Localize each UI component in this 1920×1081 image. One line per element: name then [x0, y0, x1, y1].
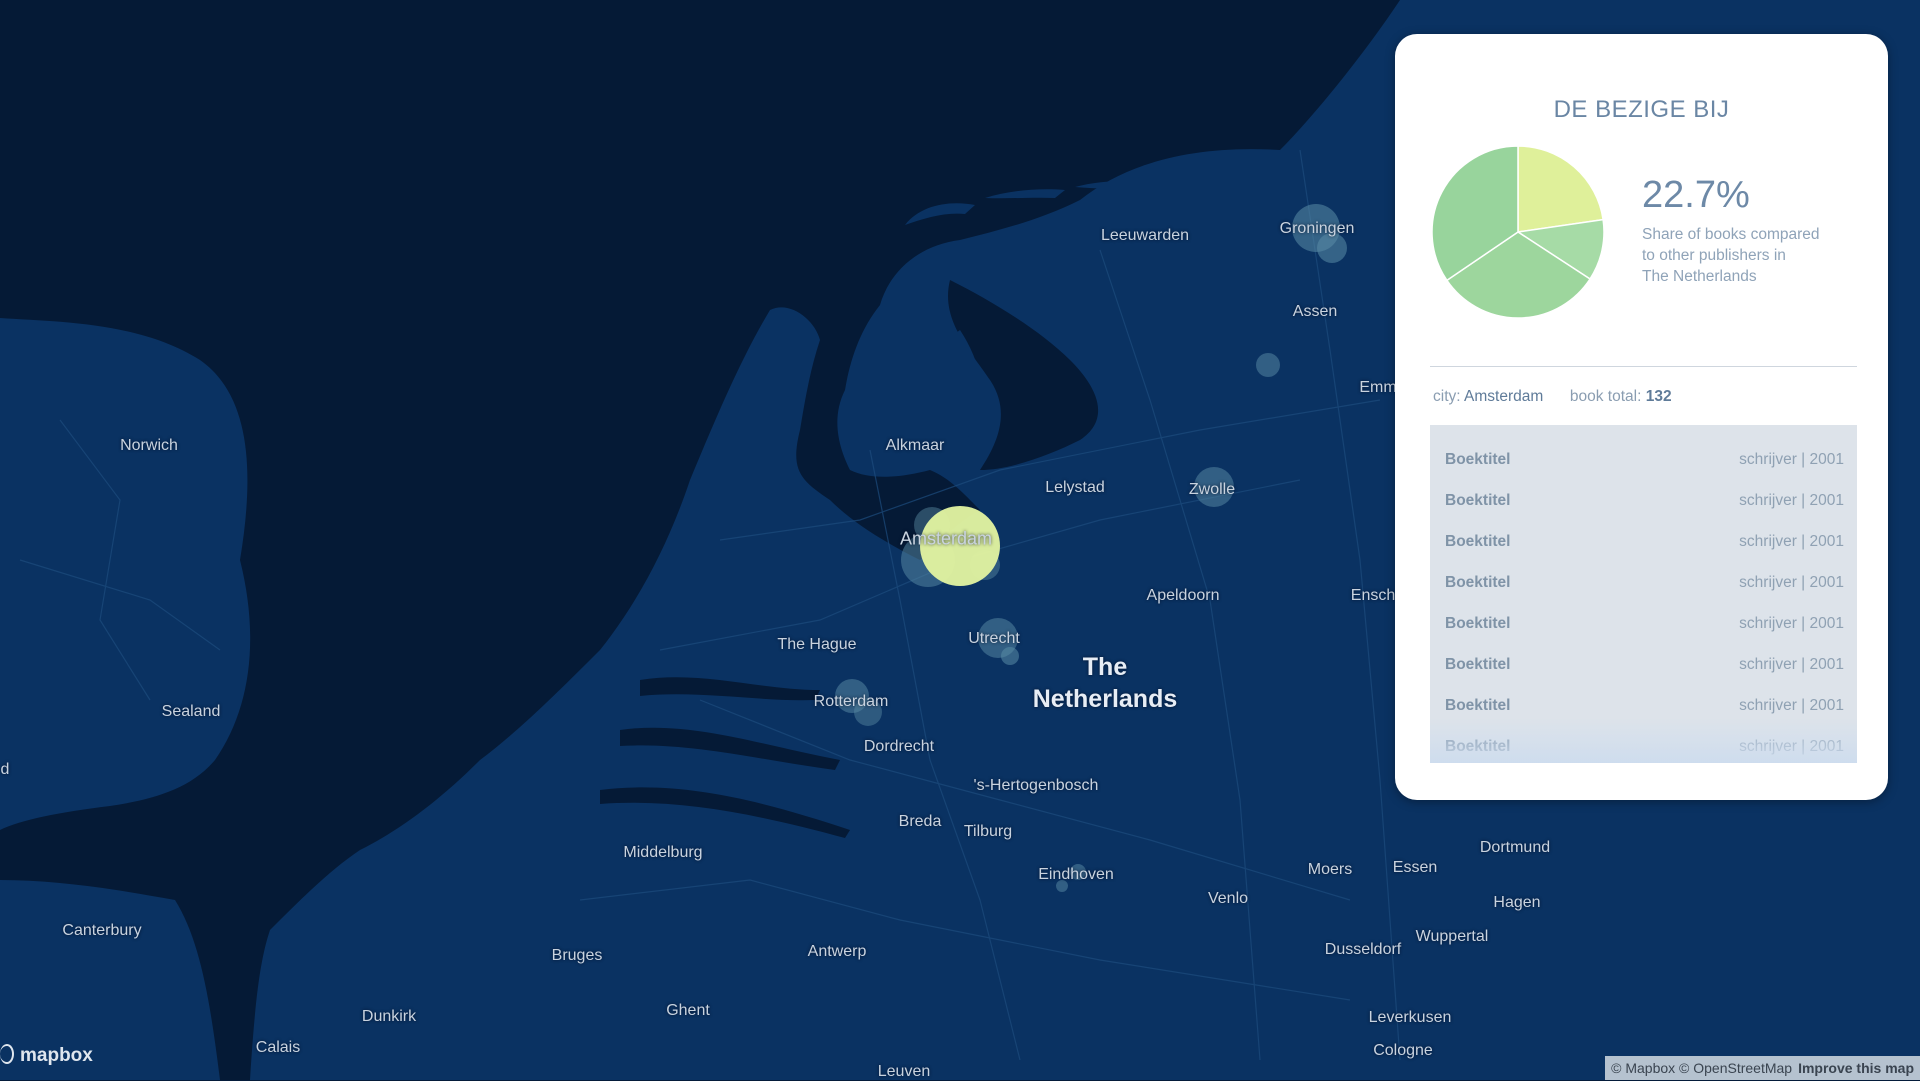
map-label-dunkirk: Dunkirk	[361, 1008, 417, 1025]
mapbox-logo[interactable]: mapbox	[0, 1044, 93, 1067]
city-value: Amsterdam	[1464, 388, 1544, 405]
book-title: Boektitel	[1445, 697, 1511, 714]
share-desc-line: to other publishers in	[1642, 247, 1786, 264]
attribution-text[interactable]: © Mapbox © OpenStreetMap	[1611, 1060, 1792, 1076]
pie-svg	[1431, 145, 1605, 319]
map-label-calais: Calais	[255, 1039, 301, 1056]
map-label-leeuwarden: Leeuwarden	[1100, 227, 1190, 244]
book-meta: schrijver | 2001	[1739, 738, 1844, 755]
map-attribution: © Mapbox © OpenStreetMap Improve this map	[1605, 1056, 1920, 1080]
map-label-groningen: Groningen	[1279, 220, 1355, 237]
country-label-line1: The	[1082, 653, 1128, 681]
list-item[interactable]: Boektitel schrijver | 2001	[1430, 562, 1857, 603]
list-item[interactable]: Boektitel schrijver | 2001	[1430, 439, 1857, 480]
publisher-title: DE BEZIGE BIJ	[1553, 96, 1730, 123]
map-label-antwerp: Antwerp	[807, 943, 867, 960]
pie-slice-0	[1517, 145, 1604, 233]
map-label-sealand: Sealand	[161, 703, 221, 720]
book-title: Boektitel	[1445, 615, 1511, 632]
list-item[interactable]: Boektitel schrijver | 2001	[1430, 685, 1857, 726]
book-title: Boektitel	[1445, 574, 1511, 591]
publisher-info-panel: DE BEZIGE BIJ 22.7% Share of books compa…	[1395, 34, 1888, 800]
map-label-apeldoorn: Apeldoorn	[1146, 587, 1220, 604]
mapbox-mark-icon	[0, 1044, 14, 1064]
list-item[interactable]: Boektitel schrijver | 2001	[1430, 644, 1857, 685]
map-label-amsterdam: Amsterdam	[899, 528, 993, 549]
map-label-alkmaar: Alkmaar	[885, 437, 945, 454]
map-label-assen: Assen	[1292, 303, 1338, 320]
map-label-utrecht: Utrecht	[968, 630, 1020, 647]
map-label-venlo: Venlo	[1207, 890, 1249, 907]
map-label-the-hague: The Hague	[777, 636, 857, 653]
book-meta: schrijver | 2001	[1739, 492, 1844, 509]
share-desc-line: Share of books compared	[1642, 226, 1820, 243]
map-label-hertogenbosch: 's-Hertogenbosch	[973, 777, 1099, 794]
book-meta: schrijver | 2001	[1739, 697, 1844, 714]
map-label-d: d	[0, 761, 10, 778]
map-label-lelystad: Lelystad	[1045, 479, 1105, 496]
book-title: Boektitel	[1445, 451, 1511, 468]
map-label-moers: Moers	[1307, 861, 1353, 878]
list-item[interactable]: Boektitel schrijver | 2001	[1430, 480, 1857, 521]
improve-map-link[interactable]: Improve this map	[1798, 1060, 1914, 1076]
share-description: Share of books compared to other publish…	[1642, 224, 1842, 287]
map-label-dusseldorf: Dusseldorf	[1324, 941, 1402, 958]
mapbox-logo-text: mapbox	[20, 1045, 93, 1066]
map-label-essen: Essen	[1392, 859, 1438, 876]
share-pie-chart	[1430, 144, 1606, 324]
map-label-wuppertal: Wuppertal	[1415, 928, 1489, 945]
panel-divider	[1430, 366, 1857, 367]
country-label-line2: Netherlands	[1032, 685, 1178, 713]
map-label-breda: Breda	[898, 813, 942, 830]
book-total-value: 132	[1645, 388, 1672, 405]
map-label-dortmund: Dortmund	[1479, 839, 1551, 856]
book-list[interactable]: Boektitel schrijver | 2001 Boektitel sch…	[1430, 425, 1857, 763]
city-bubble[interactable]	[1256, 353, 1280, 377]
share-percentage: 22.7%	[1642, 174, 1750, 216]
map-label-zwolle: Zwolle	[1188, 481, 1236, 498]
city-label: city:	[1433, 388, 1461, 405]
book-meta: schrijver | 2001	[1739, 451, 1844, 468]
map-label-cologne: Cologne	[1373, 1042, 1433, 1059]
book-total-label: book total:	[1569, 388, 1642, 405]
map-label-dordrecht: Dordrecht	[863, 738, 935, 755]
book-title: Boektitel	[1445, 656, 1511, 673]
map-label-canterbury: Canterbury	[62, 922, 142, 939]
book-title: Boektitel	[1445, 533, 1511, 550]
map-label-norwich: Norwich	[120, 437, 178, 454]
map-label-leuven: Leuven	[877, 1063, 931, 1080]
book-meta: schrijver | 2001	[1739, 533, 1844, 550]
map-label-tilburg: Tilburg	[963, 823, 1013, 840]
map-label-middelburg: Middelburg	[623, 844, 703, 861]
city-meta: city: Amsterdam book total: 132	[1433, 388, 1672, 406]
map-label-hagen: Hagen	[1493, 894, 1541, 911]
map-label-eindhoven: Eindhoven	[1038, 866, 1114, 883]
list-item[interactable]: Boektitel schrijver | 2001	[1430, 603, 1857, 644]
book-meta: schrijver | 2001	[1739, 574, 1844, 591]
map-label-ensch: Ensch	[1350, 587, 1396, 604]
book-meta: schrijver | 2001	[1739, 615, 1844, 632]
map-label-leverkusen: Leverkusen	[1368, 1009, 1452, 1026]
city-bubble[interactable]	[1001, 647, 1019, 665]
list-item[interactable]: Boektitel schrijver | 2001	[1430, 726, 1857, 763]
book-title: Boektitel	[1445, 492, 1511, 509]
map-label-country: The Netherlands	[1033, 651, 1177, 715]
book-title: Boektitel	[1445, 738, 1511, 755]
map-label-ghent: Ghent	[666, 1002, 710, 1019]
map-label-bruges: Bruges	[551, 947, 603, 964]
book-meta: schrijver | 2001	[1739, 656, 1844, 673]
map-label-rotterdam: Rotterdam	[813, 693, 889, 710]
list-item[interactable]: Boektitel schrijver | 2001	[1430, 521, 1857, 562]
map-label-emm: Emm	[1359, 379, 1397, 396]
share-desc-line: The Netherlands	[1642, 268, 1757, 285]
